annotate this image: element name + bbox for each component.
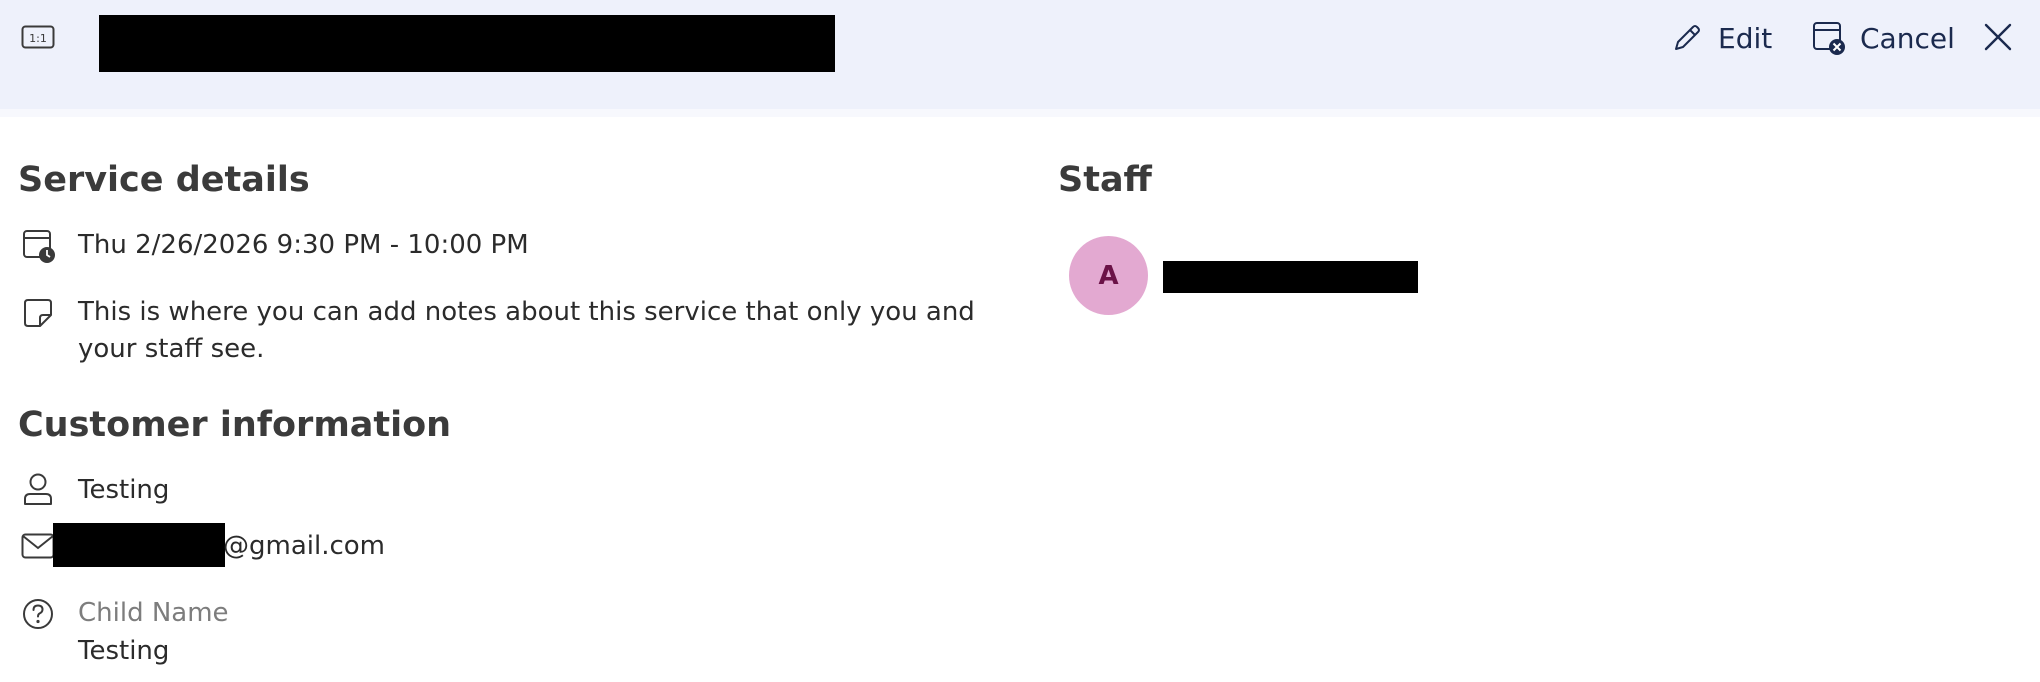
service-datetime: Thu 2/26/2026 9:30 PM - 10:00 PM	[78, 230, 529, 260]
staff-name-redacted	[1163, 261, 1418, 293]
service-notes: This is where you can add notes about th…	[78, 297, 975, 364]
custom-field-label: Child Name	[78, 598, 229, 628]
pencil-icon	[1670, 21, 1704, 55]
person-icon	[22, 472, 54, 506]
cancel-appointment-button[interactable]: Cancel	[1812, 18, 1955, 58]
customer-name: Testing	[78, 475, 170, 505]
avatar: A	[1069, 236, 1148, 315]
calendar-cancel-icon	[1812, 20, 1846, 56]
aspect-ratio-label: 1:1	[29, 32, 47, 45]
staff-heading: Staff	[1058, 160, 1152, 200]
close-icon[interactable]	[1983, 22, 2013, 52]
service-details-heading: Service details	[18, 160, 310, 200]
appointment-title-redacted	[99, 15, 835, 72]
calendar-clock-icon	[22, 229, 58, 265]
question-icon	[22, 598, 54, 630]
edit-button[interactable]: Edit	[1670, 18, 1772, 58]
customer-email-redacted	[53, 523, 225, 567]
note-icon	[23, 298, 53, 328]
custom-field-value: Testing	[78, 636, 170, 666]
edit-label: Edit	[1718, 21, 1773, 55]
customer-email-domain: @gmail.com	[223, 531, 386, 561]
customer-information-heading: Customer information	[18, 405, 452, 445]
cancel-label: Cancel	[1860, 21, 1955, 55]
mail-icon	[21, 533, 55, 559]
aspect-ratio-icon[interactable]: 1:1	[21, 25, 55, 49]
header-divider	[0, 109, 2040, 117]
